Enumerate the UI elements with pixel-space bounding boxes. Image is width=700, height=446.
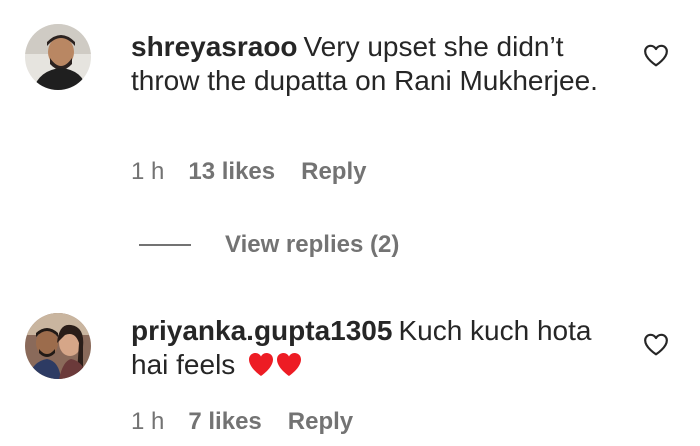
view-replies-label: View replies (2): [225, 231, 400, 258]
comment-timestamp: 1 h: [131, 408, 165, 435]
view-replies-button[interactable]: View replies (2): [139, 231, 399, 259]
heart-outline-icon[interactable]: [643, 332, 669, 356]
like-count[interactable]: 7 likes: [188, 408, 261, 436]
comment-meta: 1 h 13 likes Reply: [131, 158, 366, 186]
avatar[interactable]: [25, 313, 91, 379]
avatar[interactable]: [25, 24, 91, 90]
comment-meta: 1 h 7 likes Reply: [131, 408, 353, 436]
comment-username[interactable]: shreyasraoo: [131, 31, 298, 62]
red-heart-emoji: [247, 350, 303, 378]
replies-divider-line: [139, 244, 191, 246]
reply-button[interactable]: Reply: [301, 158, 366, 186]
comment-username[interactable]: priyanka.gupta1305: [131, 315, 392, 346]
heart-outline-icon[interactable]: [643, 43, 669, 67]
reply-button[interactable]: Reply: [288, 408, 353, 436]
comment-timestamp: 1 h: [131, 158, 165, 185]
comment-text: shreyasraoo Very upset she didn’t throw t…: [131, 30, 611, 98]
comment-text: priyanka.gupta1305 Kuch kuch hota hai fee…: [131, 314, 611, 382]
like-count[interactable]: 13 likes: [188, 158, 275, 186]
